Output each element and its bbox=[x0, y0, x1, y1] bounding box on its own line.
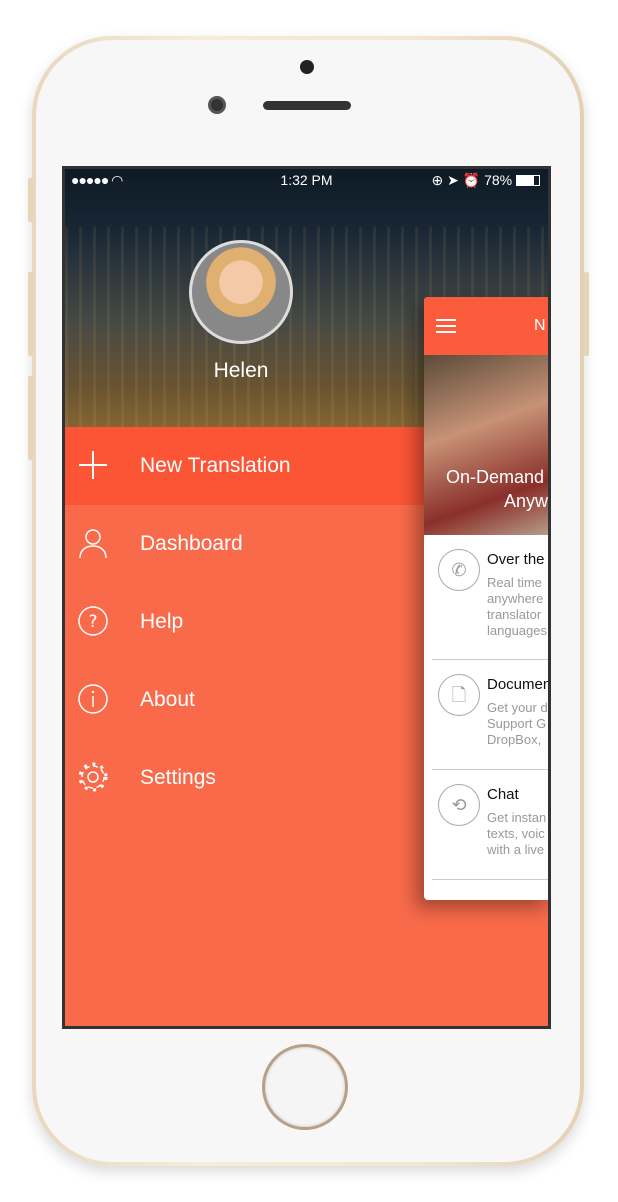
feature-description: Real time anywhere translator languages bbox=[487, 575, 547, 639]
plus-icon bbox=[79, 451, 107, 479]
power-button bbox=[584, 272, 589, 356]
feature-document[interactable]: 🗋 Documen Get your d Support G DropBox, bbox=[432, 660, 551, 770]
battery-icon bbox=[516, 175, 540, 186]
menu-item-label: Help bbox=[140, 610, 184, 633]
menu-item-label: Dashboard bbox=[140, 532, 243, 555]
desc-line: Real time bbox=[487, 575, 542, 590]
feature-over-the-phone[interactable]: ✆ Over the Real time anywhere translator la… bbox=[432, 535, 548, 660]
alarm-icon: ⏰ bbox=[462, 172, 481, 188]
menu-item-label: About bbox=[140, 688, 195, 711]
banner-text-line1: On-Demand bbox=[446, 467, 545, 487]
mute-switch bbox=[28, 178, 33, 222]
status-right: ⊕ ➤ ⏰ 78% bbox=[431, 172, 540, 189]
banner-image: On-Demand Anyw bbox=[424, 355, 549, 535]
chat-refresh-icon: ⟲ bbox=[438, 784, 480, 826]
front-sensor bbox=[300, 60, 314, 74]
app-header: N bbox=[424, 297, 548, 355]
desc-line: Get your d bbox=[487, 700, 548, 715]
desc-line: DropBox, bbox=[487, 732, 542, 747]
desc-line: anywhere bbox=[487, 591, 544, 606]
home-button[interactable] bbox=[262, 1044, 348, 1130]
info-icon bbox=[78, 684, 108, 714]
screen: ●●●●● ◠ 1:32 PM ⊕ ➤ ⏰ 78% Helen New Tran… bbox=[62, 166, 551, 1029]
feature-description: Get your d Support G DropBox, bbox=[487, 700, 548, 748]
battery-percent: 78% bbox=[484, 172, 513, 188]
desc-line: with a live bbox=[487, 842, 545, 857]
phone-icon: ✆ bbox=[438, 549, 480, 591]
desc-line: Support G bbox=[487, 716, 547, 731]
earpiece-speaker bbox=[263, 101, 351, 110]
feature-chat[interactable]: ⟲ Chat Get instan texts, voic with a live bbox=[432, 770, 548, 880]
rotation-lock-icon: ⊕ bbox=[431, 172, 444, 188]
desc-line: texts, voic bbox=[487, 826, 545, 841]
document-icon: 🗋 bbox=[438, 674, 480, 716]
location-icon: ➤ bbox=[447, 172, 459, 188]
app-title: N bbox=[534, 317, 546, 334]
menu-item-label: New Translation bbox=[140, 454, 291, 477]
main-screen-preview[interactable]: N On-Demand Anyw ✆ Over the Real time any… bbox=[424, 297, 551, 900]
user-icon bbox=[79, 529, 107, 559]
desc-line: translator bbox=[487, 607, 542, 622]
hamburger-menu-icon[interactable] bbox=[436, 319, 456, 337]
question-icon: ? bbox=[78, 606, 108, 636]
svg-text:?: ? bbox=[88, 612, 97, 632]
feature-title: Over the bbox=[487, 551, 545, 568]
menu-item-label: Settings bbox=[140, 766, 216, 789]
desc-line: Get instan bbox=[487, 810, 547, 825]
front-camera bbox=[208, 96, 226, 114]
status-bar: ●●●●● ◠ 1:32 PM ⊕ ➤ ⏰ 78% bbox=[65, 169, 548, 191]
feature-description: Get instan texts, voic with a live bbox=[487, 810, 546, 858]
banner-text-line2: Anyw bbox=[504, 491, 549, 511]
avatar[interactable] bbox=[189, 240, 293, 344]
feature-title: Chat bbox=[487, 786, 519, 803]
gear-icon bbox=[78, 762, 108, 792]
desc-line: languages bbox=[487, 623, 547, 638]
user-name: Helen bbox=[213, 359, 269, 382]
feature-title: Documen bbox=[487, 676, 551, 693]
volume-down-button bbox=[28, 376, 33, 460]
volume-up-button bbox=[28, 272, 33, 356]
